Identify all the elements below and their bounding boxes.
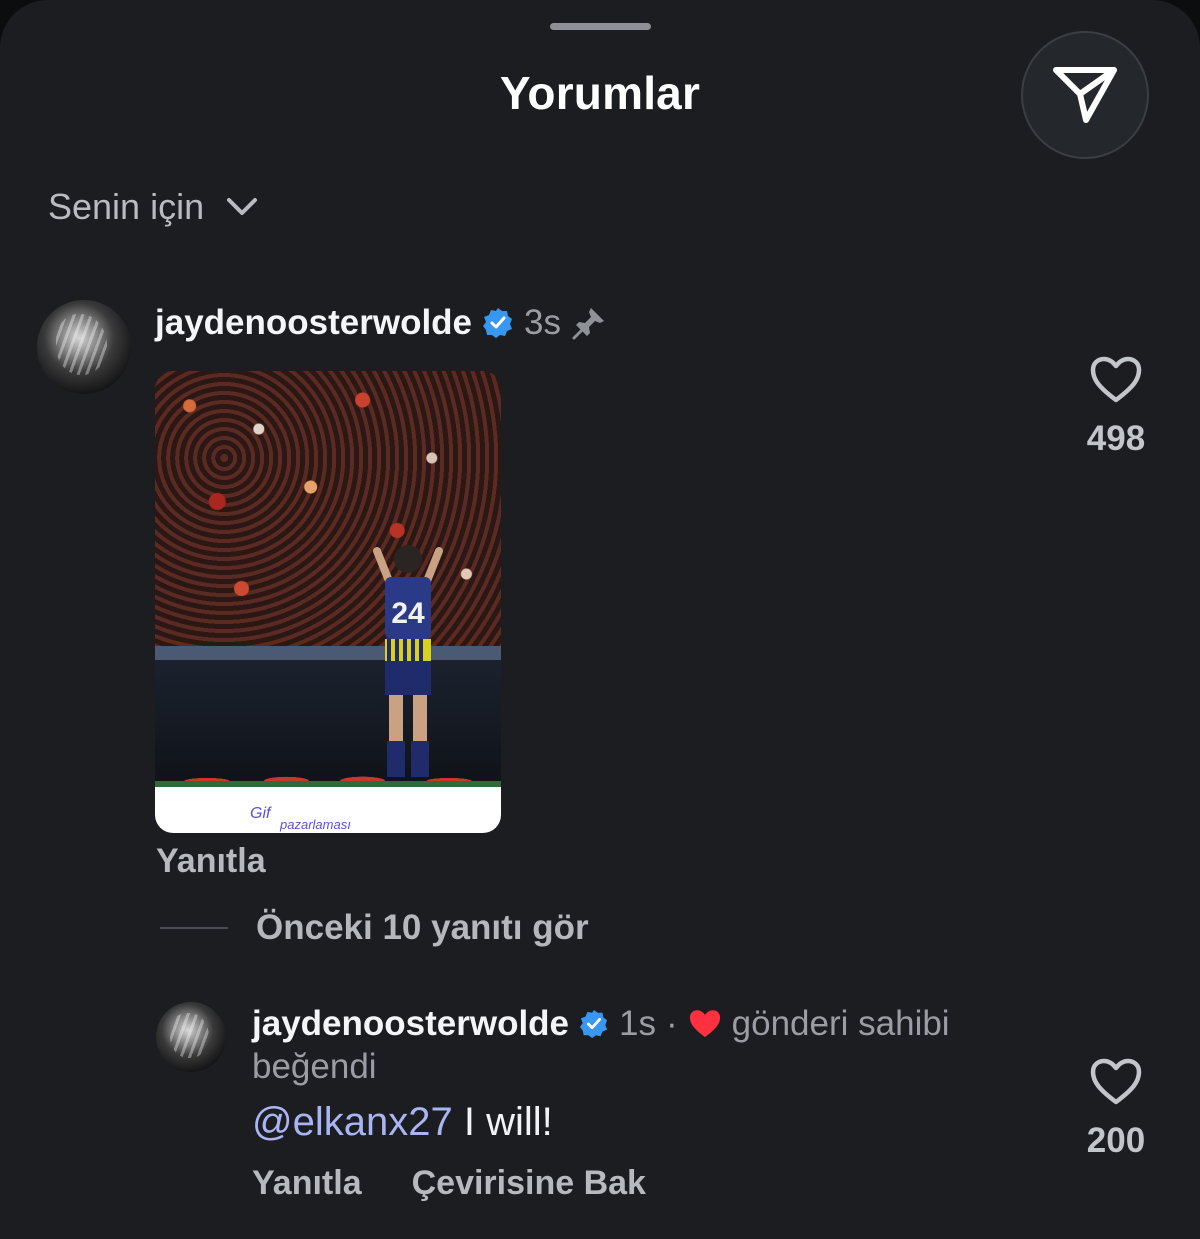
reply-actions: Yanıtla Çevirisine Bak [252,1164,646,1203]
heart-icon[interactable] [1090,1058,1142,1106]
liked-by-owner-suffix: beğendi [252,1047,377,1086]
liked-by-owner-prefix: gönderi sahibi [731,1004,950,1043]
reply-avatar[interactable] [156,1002,226,1072]
avatar[interactable] [37,300,131,394]
heart-icon[interactable] [1090,356,1142,404]
reply-time: 1s [619,1004,656,1043]
reply-username[interactable]: jaydenoosterwolde [252,1004,569,1044]
share-button[interactable] [1021,31,1149,159]
page-title: Yorumlar [499,67,701,119]
drag-handle[interactable] [550,23,651,30]
gif-watermark-line2: pazarlaması [280,817,351,832]
sort-label: Senin için [48,186,205,227]
reply-button[interactable]: Yanıtla [156,842,266,881]
reply-header: jaydenoosterwolde 1s · gönderi sahibi [252,1004,950,1044]
like-count: 498 [1086,419,1146,458]
reply-text: @elkanx27 I will! [252,1100,553,1145]
username[interactable]: jaydenoosterwolde [155,303,472,343]
reply-like-count: 200 [1086,1121,1146,1160]
chevron-down-icon [227,198,258,215]
gif-watermark-line1: Gif [250,805,271,822]
reply-like-control: 200 [1056,1058,1176,1161]
translate-button[interactable]: Çevirisine Bak [412,1164,646,1203]
reply-body: I will! [463,1100,553,1144]
comment-time: 3s [524,303,561,342]
sort-dropdown[interactable]: Senin için [48,186,258,228]
reply-button[interactable]: Yanıtla [252,1164,362,1203]
mention-link[interactable]: @elkanx27 [252,1100,453,1144]
comment-header: jaydenoosterwolde 3s [155,303,607,343]
verified-badge-icon [483,308,513,338]
send-icon [1053,67,1117,123]
gif-watermark: Gif pazarlaması [155,787,501,833]
comment-gif[interactable]: 24 Gif pazarlaması [155,371,501,833]
thread-line [160,927,228,929]
comments-sheet: Yorumlar Senin için jaydenoosterwolde 3s [0,0,1200,1239]
verified-badge-icon [579,1009,608,1039]
view-previous-replies[interactable]: Önceki 10 yanıtı gör [160,908,589,948]
pin-icon [572,308,604,340]
like-control: 498 [1056,356,1176,459]
red-heart-icon [689,1010,720,1038]
gif-player: 24 [373,545,443,777]
view-previous-replies-label: Önceki 10 yanıtı gör [256,908,589,947]
separator-dot: · [666,1004,678,1043]
jersey-number: 24 [391,597,425,630]
